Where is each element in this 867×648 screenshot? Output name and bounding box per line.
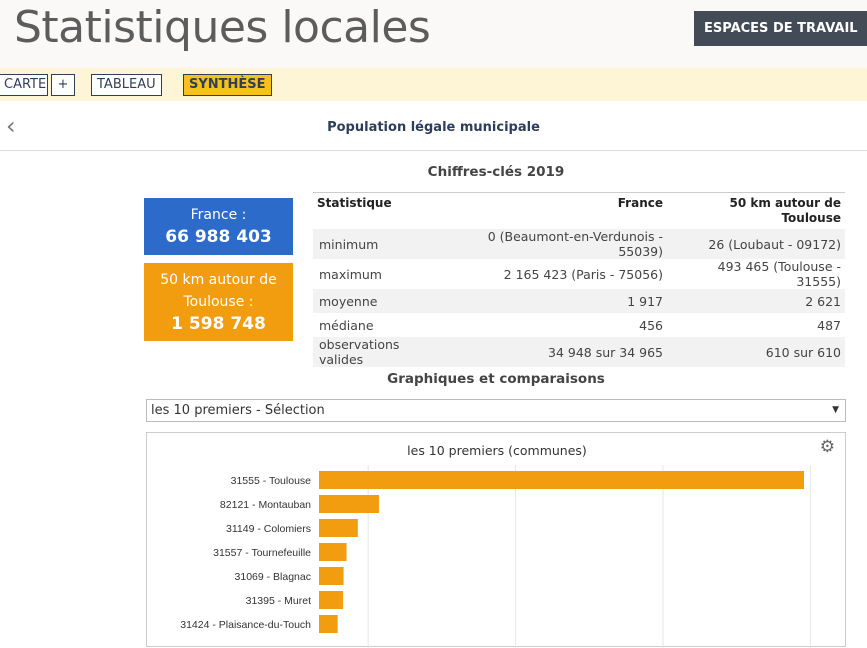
bar[interactable] [319, 471, 804, 489]
category-label: 31149 - Colomiers [226, 523, 311, 535]
table-row: moyenne 1 917 2 621 [313, 289, 845, 313]
category-label: 82121 - Montauban [220, 499, 311, 511]
category-label: 31395 - Muret [246, 595, 311, 607]
chart-panel: les 10 premiers (communes) ⚙ 31555 - Tou… [146, 432, 846, 648]
table-cell: 2 621 [667, 289, 845, 313]
bar-chart: 31555 - Toulouse 82121 - Montauban 31149 -… [180, 465, 811, 648]
table-cell: 2 165 423 (Paris - 75056) [503, 266, 663, 282]
graphs-title: Graphiques et comparaisons [387, 371, 605, 387]
add-map-button[interactable]: + [51, 74, 75, 96]
table-cell: médiane [319, 317, 374, 333]
table-cell: 1 917 [447, 289, 667, 313]
bar[interactable] [319, 567, 344, 585]
header: Statistiques locales ESPACES DE TRAVAILÀ [0, 0, 867, 68]
key-figures-title: Chiffres-clés 2019 [427, 164, 565, 180]
tab-tableau[interactable]: TABLEAU [91, 74, 162, 96]
table-cell: 0 (Beaumont-en-Verdunois - 55039) [447, 229, 667, 259]
category-label: 31069 - Blagnac [235, 571, 311, 583]
bar[interactable] [319, 543, 347, 561]
indicator-title: Population légale municipale [327, 120, 540, 135]
france-value: 66 988 403 [165, 227, 272, 247]
table-cell: minimum [313, 229, 448, 259]
table-header: Statistique France 50 km autour de Toulo… [313, 192, 845, 229]
key-figures-table: Statistique France 50 km autour de Toulo… [313, 192, 845, 367]
table-row: minimum 0 (Beaumont-en-Verdunois - 55039)… [313, 229, 845, 259]
chart-type-select[interactable]: les 10 premiers - Sélection ▼ [146, 399, 846, 422]
zone-label: 50 km autour de Toulouse : [160, 272, 277, 310]
france-total-card: France : 66 988 403 [144, 198, 293, 255]
bar[interactable] [319, 591, 344, 609]
table-cell: moyenne [313, 289, 448, 313]
table-cell: 34 948 sur 34 965 [447, 337, 667, 367]
zone-total-card: 50 km autour de Toulouse : 1 598 748 [144, 263, 293, 341]
app-title: Statistiques locales [14, 2, 431, 53]
select-value: les 10 premiers - Sélection [151, 403, 325, 418]
bar[interactable] [319, 495, 379, 513]
sub-header: ‹ Population légale municipale [0, 104, 867, 151]
tab-synthese[interactable]: SYNTHÈSE [183, 74, 272, 96]
category-label: 31555 - Toulouse [231, 475, 312, 487]
workspaces-label: ESPACES DE TRAVAIL [704, 21, 858, 36]
workspaces-button[interactable]: ESPACES DE TRAVAILÀ [694, 11, 867, 46]
table-row: observations valides 34 948 sur 34 965 610… [313, 337, 845, 367]
table-cell: 487 [817, 317, 841, 333]
table-cell: 610 sur 610 [667, 337, 845, 367]
table-cell: 26 (Loubaut - 09172) [667, 229, 845, 259]
dropdown-arrow-icon: ▼ [832, 405, 839, 415]
col-header: 50 km autour de Toulouse [667, 192, 845, 229]
bar[interactable] [319, 615, 338, 633]
france-label: France : [190, 207, 247, 223]
col-header: France [447, 192, 667, 229]
col-header: Statistique [313, 192, 448, 229]
zone-value: 1 598 748 [171, 314, 266, 334]
table-cell: observations valides [313, 337, 448, 367]
table-cell: 493 465 (Toulouse - 31555) [717, 259, 841, 289]
table-cell: maximum [319, 266, 382, 282]
category-label: 31424 - Plaisance-du-Touch [180, 619, 311, 631]
table-row: médiane 456 487 [313, 313, 845, 337]
table-row: maximum 2 165 423 (Paris - 75056) 493 465 … [313, 259, 845, 289]
category-label: 31557 - Tournefeuille [213, 547, 311, 559]
tab-carte[interactable]: CARTE [0, 74, 48, 96]
table-cell: 456 [639, 317, 663, 333]
bar[interactable] [319, 519, 358, 537]
view-tabs: CARTE + TABLEAU SYNTHÈSE [0, 68, 867, 101]
